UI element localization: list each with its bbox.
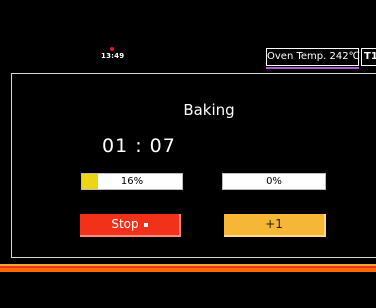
progress-bar-1-label: 16% [120,176,144,187]
page-title: Baking [183,101,235,119]
stop-button[interactable]: Stop [80,214,181,237]
add-one-minute-button[interactable]: +1 [224,214,326,237]
clock-indicator-icon [110,47,114,51]
stop-button-label: Stop [111,217,139,231]
stop-icon [143,222,148,227]
oven-temp-label: Oven Temp. [267,51,327,62]
oven-temp-underline [266,67,359,69]
tab-t1[interactable]: T1 [361,48,376,66]
progress-bar-2-label: 0% [266,176,282,187]
bottom-color-stripe [0,264,376,272]
oven-screen: 13:49 Oven Temp. 242℃ T1 Baking 01 : 07 … [0,0,376,308]
progress-bar-2: 0% [222,173,326,190]
countdown-timer: 01 : 07 [102,135,176,157]
oven-temp-display[interactable]: Oven Temp. 242℃ [266,48,360,66]
oven-temp-value: 242℃ [329,51,360,62]
clock: 13:49 [101,52,125,60]
add-one-minute-label: +1 [265,217,283,231]
progress-bar-1: 16% [81,173,183,190]
